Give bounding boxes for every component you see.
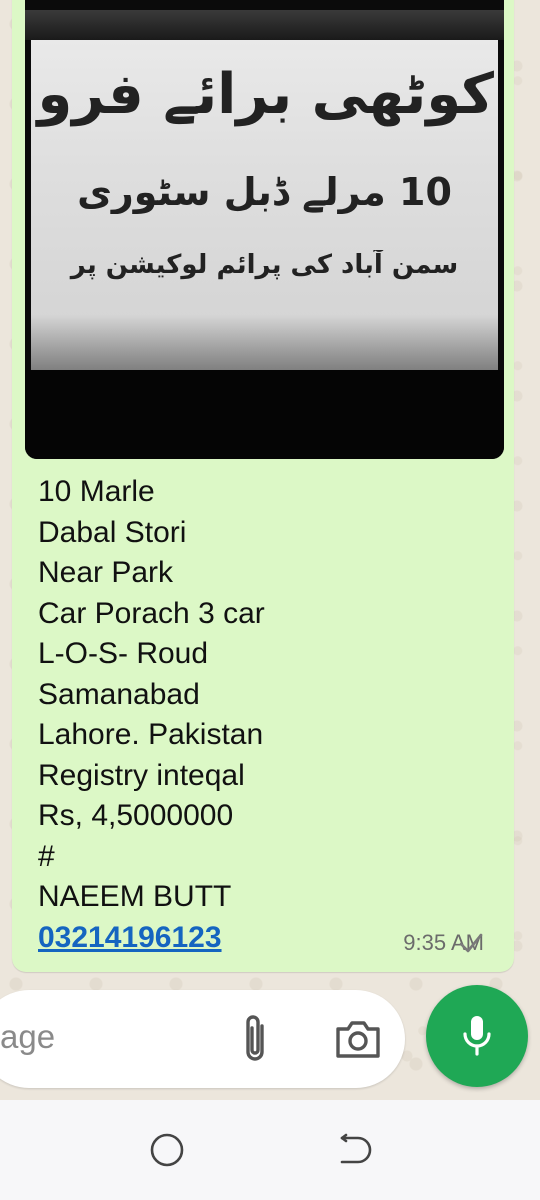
sign-line-1: کوٹھی برائے فروخت (35, 62, 494, 127)
message-line: Lahore. Pakistan (38, 718, 264, 751)
photo-top-strip (25, 10, 504, 40)
message-line: 10 Marle (38, 475, 155, 508)
message-line: Rs, 4,5000000 (38, 799, 234, 832)
message-line: NAEEM BUTT (38, 880, 232, 913)
message-line: Registry inteqal (38, 758, 245, 792)
message-line: # (38, 839, 55, 873)
message-line: Samanabad (38, 677, 200, 711)
camera-icon[interactable] (334, 1018, 382, 1060)
sign-shadow (31, 315, 498, 370)
message-line: Near Park (38, 556, 174, 589)
message-line: Car Porach 3 car (38, 596, 265, 630)
system-navigation-bar (0, 1100, 540, 1200)
phone-number-link[interactable]: 03214196123 (38, 921, 222, 954)
check-icon (459, 933, 483, 953)
sign-line-3: سمن آباد کی پرائم لوکیشن پر (70, 250, 459, 280)
message-input-placeholder[interactable]: age (0, 1018, 55, 1056)
message-text: 10 Marle Dabal Stori Near Park Car Porac… (38, 472, 368, 958)
sign-line-2: 10 مرلے ڈبل سٹوری (77, 170, 452, 214)
back-icon[interactable] (334, 1130, 374, 1170)
message-line: Dabal Stori (38, 515, 187, 549)
photo-bottom-band (25, 370, 504, 459)
microphone-icon[interactable] (461, 1014, 493, 1058)
home-circle-icon[interactable] (147, 1130, 187, 1170)
message-line: L-O-S- Roud (38, 637, 209, 670)
paperclip-icon[interactable] (236, 1012, 276, 1068)
message-photo[interactable]: کوٹھی برائے فروخت 10 مرلے ڈبل سٹوری سمن … (25, 0, 504, 459)
